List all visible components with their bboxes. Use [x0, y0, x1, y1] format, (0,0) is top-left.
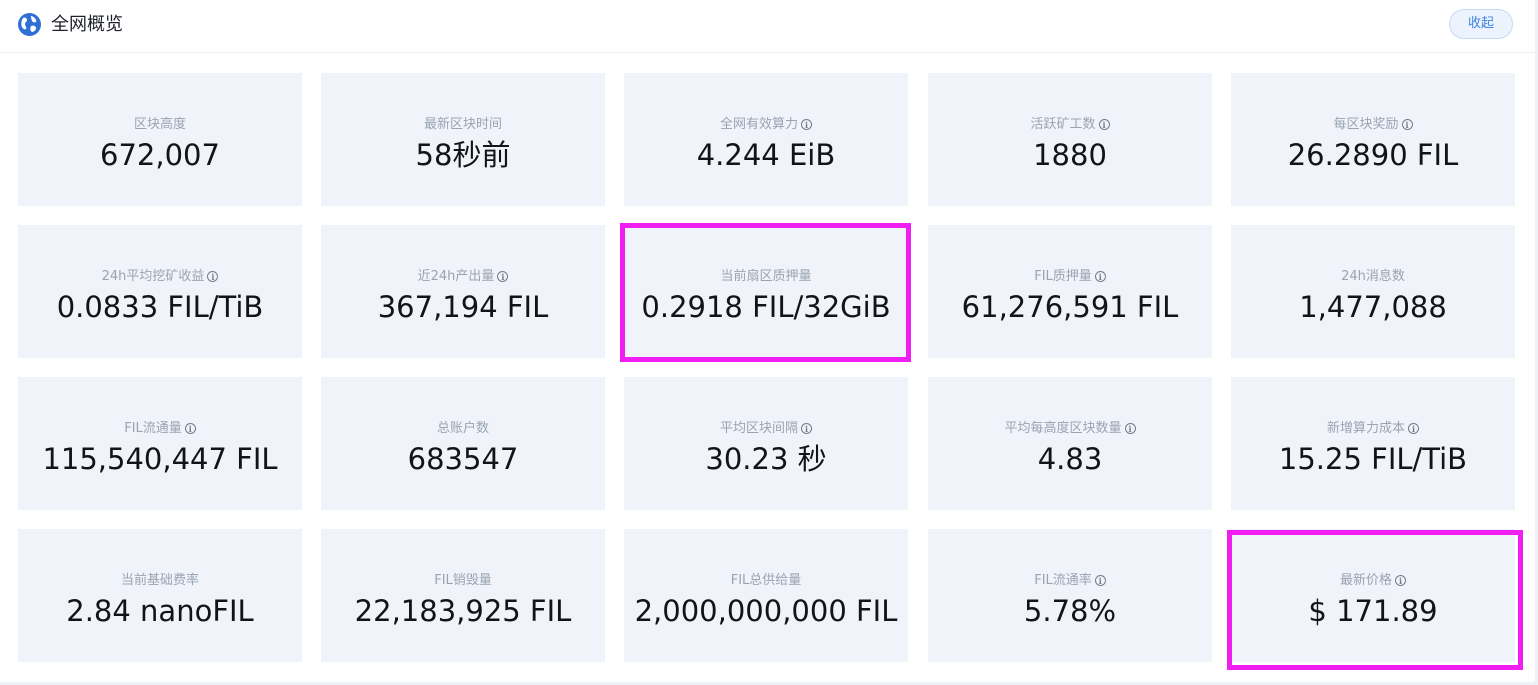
info-icon[interactable]: i	[801, 119, 812, 130]
stat-card-messages-24h: 24h消息数 1,477,088	[1231, 225, 1515, 358]
stat-label-text: 平均每高度区块数量	[1004, 421, 1122, 436]
info-icon[interactable]: i	[1098, 119, 1110, 130]
stat-label-text: 总账户数	[436, 421, 489, 436]
stat-card-avg-mining-reward-24h: 24h平均挖矿收益 i 0.0833 FIL/TiB	[18, 225, 302, 358]
stat-value: 672,007	[100, 138, 220, 172]
stat-card-fil-circulating: FIL流通量 i 115,540,447 FIL	[18, 377, 302, 510]
stat-label-text: 区块高度	[133, 117, 186, 132]
info-icon[interactable]: i	[1094, 271, 1106, 282]
stat-label: FIL流通率 i	[928, 573, 1212, 589]
stat-card-output-24h: 近24h产出量 i 367,194 FIL	[321, 225, 605, 358]
stat-card-active-miners: 活跃矿工数 i 1880	[928, 73, 1212, 206]
stat-label: FIL流通量 i	[18, 421, 302, 437]
stat-label-text: 当前扇区质押量	[720, 269, 812, 284]
panel-header: 全网概览 收起	[0, 0, 1535, 53]
stat-label-text: 最新区块时间	[423, 117, 502, 132]
stat-label-text: 新增算力成本	[1326, 421, 1405, 436]
stat-label: 近24h产出量 i	[321, 269, 605, 285]
stat-card-block-height: 区块高度 672,007	[18, 73, 302, 206]
globe-icon	[18, 13, 41, 36]
stat-label-text: 24h消息数	[1341, 269, 1405, 284]
stat-value: 115,540,447 FIL	[42, 442, 278, 476]
stat-label: 新增算力成本 i	[1231, 421, 1515, 437]
stat-value: $ 171.89	[1308, 594, 1438, 628]
stat-value: 22,183,925 FIL	[354, 594, 572, 628]
stat-value: 26.2890 FIL	[1287, 138, 1459, 172]
stat-label: 平均区块间隔 i	[624, 421, 908, 437]
stat-card-base-fee: 当前基础费率 2.84 nanoFIL	[18, 529, 302, 662]
stat-value: 5.78%	[1023, 594, 1117, 628]
stat-label-text: FIL流通量	[124, 421, 182, 436]
stat-card-block-reward: 每区块奖励 i 26.2890 FIL	[1231, 73, 1515, 206]
stat-label: 当前扇区质押量	[624, 269, 908, 285]
stat-value: 4.83	[1037, 442, 1103, 476]
stat-label: 总账户数	[321, 421, 605, 437]
stat-label: 平均每高度区块数量 i	[928, 421, 1212, 437]
stat-label: 活跃矿工数 i	[928, 117, 1212, 133]
info-icon[interactable]: i	[184, 423, 196, 434]
collapse-button[interactable]: 收起	[1449, 9, 1513, 39]
info-icon[interactable]: i	[207, 271, 219, 282]
info-icon[interactable]: i	[1401, 119, 1413, 130]
stat-card-avg-block-interval: 平均区块间隔 i 30.23 秒	[624, 377, 908, 510]
stat-value: 15.25 FIL/TiB	[1278, 442, 1468, 476]
info-icon[interactable]: i	[1124, 423, 1136, 434]
stat-label: 全网有效算力 i	[624, 117, 908, 133]
stat-label-text: FIL销毁量	[434, 573, 492, 588]
stat-label: 最新价格 i	[1231, 573, 1515, 589]
stat-label-text: FIL总供给量	[730, 573, 802, 588]
stat-value: 1,477,088	[1299, 290, 1447, 324]
stat-label-text: 活跃矿工数	[1030, 117, 1096, 132]
stat-label: 24h平均挖矿收益 i	[18, 269, 302, 285]
stat-value: 4.244 EiB	[696, 138, 836, 172]
stat-card-fil-circulation-rate: FIL流通率 i 5.78%	[928, 529, 1212, 662]
stat-label-text: 全网有效算力	[719, 117, 798, 132]
stat-card-new-power-cost: 新增算力成本 i 15.25 FIL/TiB	[1231, 377, 1515, 510]
page-title: 全网概览	[51, 14, 123, 35]
info-icon[interactable]: i	[497, 271, 509, 282]
stat-value: 58秒前	[415, 138, 511, 172]
stat-label-text: 24h平均挖矿收益	[101, 269, 205, 284]
stat-label: FIL质押量 i	[928, 269, 1212, 285]
stat-value: 0.2918 FIL/32GiB	[641, 290, 891, 324]
stat-value: 367,194 FIL	[377, 290, 549, 324]
stat-card-latest-block-time: 最新区块时间 58秒前	[321, 73, 605, 206]
stat-card-network-effective-power: 全网有效算力 i 4.244 EiB	[624, 73, 908, 206]
stat-label-text: FIL质押量	[1034, 269, 1092, 284]
stat-card-sector-pledge: 当前扇区质押量 0.2918 FIL/32GiB	[624, 225, 908, 358]
stat-label: FIL总供给量	[624, 573, 908, 589]
stat-label: 每区块奖励 i	[1231, 117, 1515, 133]
info-icon[interactable]: i	[801, 423, 812, 434]
stat-value: 2.84 nanoFIL	[66, 594, 254, 628]
stat-value: 1880	[1033, 138, 1107, 172]
info-icon[interactable]: i	[1408, 423, 1419, 434]
stat-card-fil-pledged: FIL质押量 i 61,276,591 FIL	[928, 225, 1212, 358]
stat-label: 最新区块时间	[321, 117, 605, 133]
stat-card-fil-burned: FIL销毁量 22,183,925 FIL	[321, 529, 605, 662]
stat-label: 区块高度	[18, 117, 302, 133]
stat-card-fil-total-supply: FIL总供给量 2,000,000,000 FIL	[624, 529, 908, 662]
stat-label: 当前基础费率	[18, 573, 302, 589]
stat-label-text: FIL流通率	[1034, 573, 1092, 588]
stat-label-text: 每区块奖励	[1333, 117, 1399, 132]
info-icon[interactable]: i	[1395, 575, 1406, 586]
stat-value: 30.23 秒	[705, 442, 827, 476]
stat-label-text: 近24h产出量	[417, 269, 495, 284]
stat-card-latest-price: 最新价格 i $ 171.89	[1231, 529, 1515, 662]
stat-label-text: 平均区块间隔	[719, 421, 798, 436]
stat-value: 683547	[407, 442, 519, 476]
stat-label-text: 最新价格	[1339, 573, 1392, 588]
stat-value: 61,276,591 FIL	[961, 290, 1179, 324]
info-icon[interactable]: i	[1094, 575, 1106, 586]
stat-card-avg-blocks-per-height: 平均每高度区块数量 i 4.83	[928, 377, 1212, 510]
stat-value: 2,000,000,000 FIL	[634, 594, 898, 628]
stat-card-total-accounts: 总账户数 683547	[321, 377, 605, 510]
stat-label: FIL销毁量	[321, 573, 605, 589]
stat-label: 24h消息数	[1231, 269, 1515, 285]
stat-label-text: 当前基础费率	[120, 573, 199, 588]
stat-value: 0.0833 FIL/TiB	[56, 290, 264, 324]
network-overview-panel: 全网概览 收起 区块高度 672,007 最新区块时间 58秒前 全网有效算力 i 4.24…	[0, 0, 1538, 685]
